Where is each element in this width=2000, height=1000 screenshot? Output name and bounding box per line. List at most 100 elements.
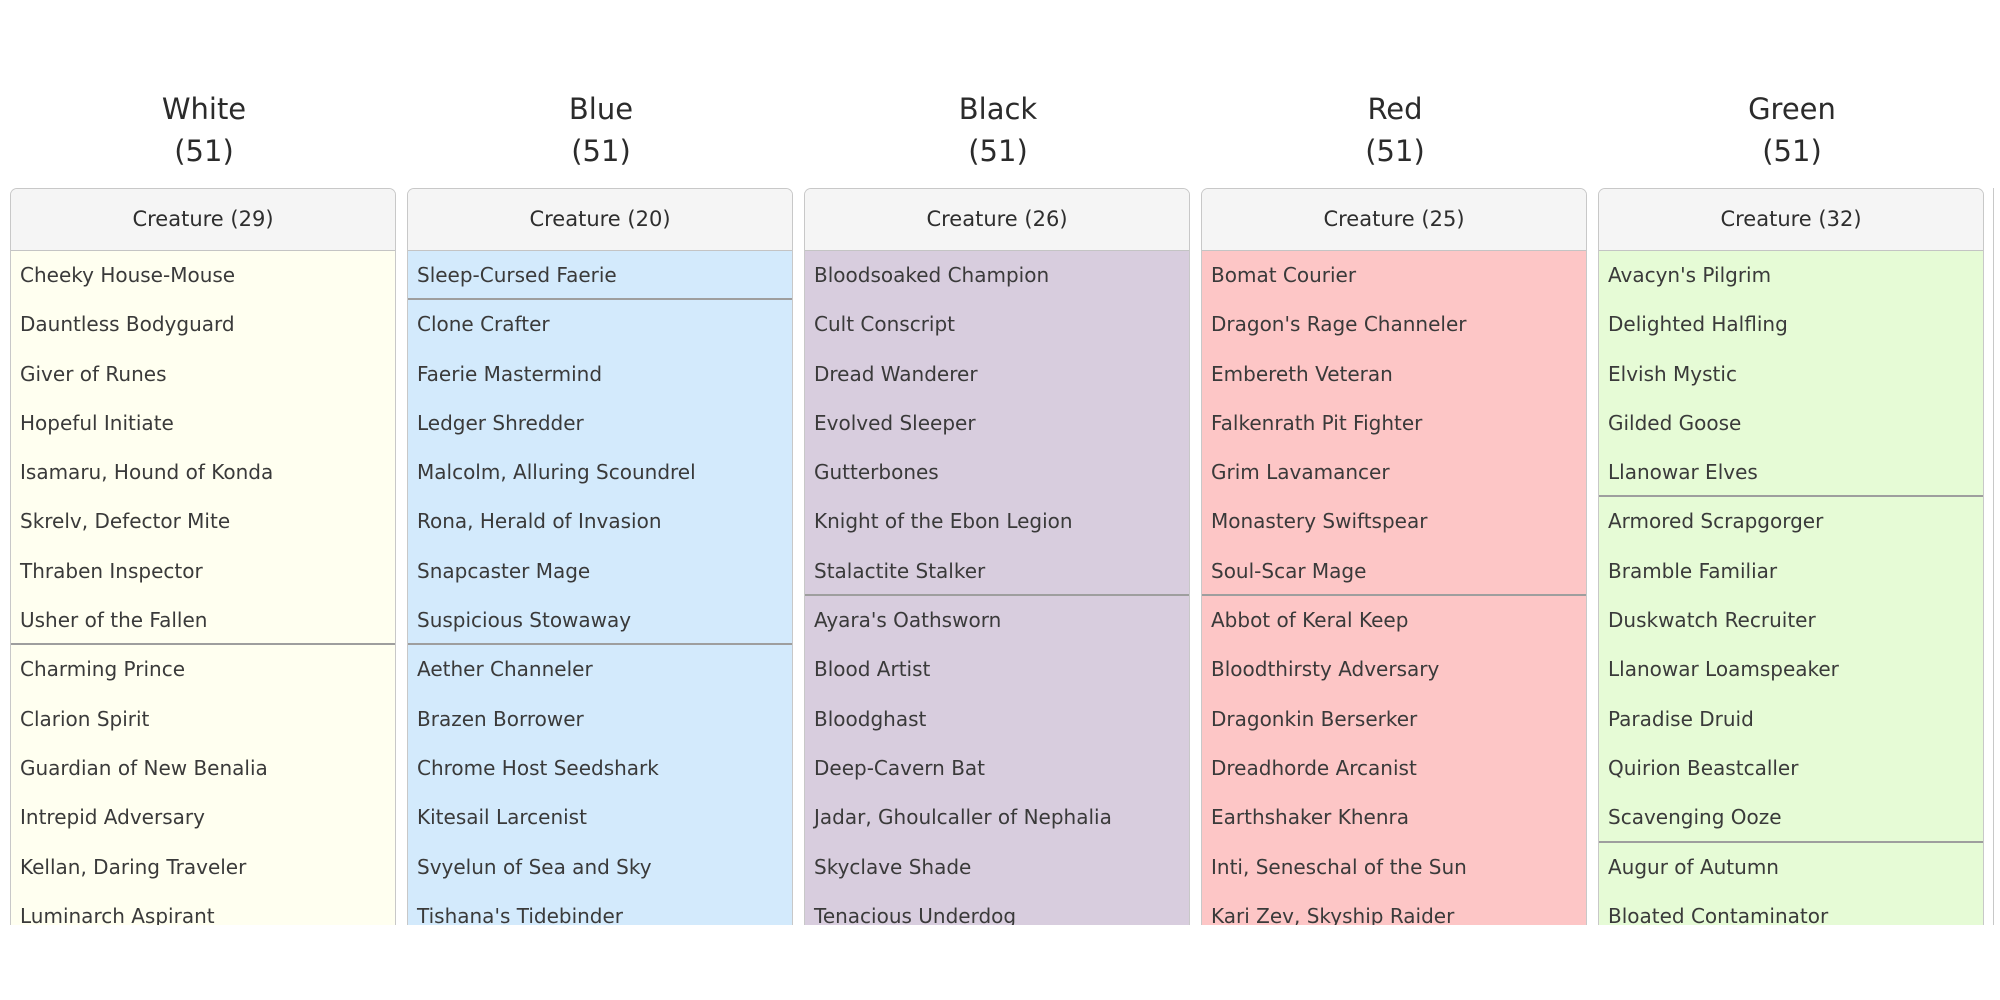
card-row[interactable]: Duskwatch Recruiter xyxy=(1599,596,1983,645)
card-row[interactable]: Monastery Swiftspear xyxy=(1202,497,1586,546)
card-row[interactable]: Suspicious Stowaway xyxy=(408,596,792,646)
card-row[interactable]: Jadar, Ghoulcaller of Nephalia xyxy=(805,793,1189,842)
column-name: Green xyxy=(1748,92,1836,126)
card-list: Bomat Courier Dragon's Rage Channeler Embe… xyxy=(1202,251,1586,925)
card-row[interactable]: Gilded Goose xyxy=(1599,399,1983,448)
section-panel-blue: Creature (20) Sleep-Cursed Faerie Clone Cr… xyxy=(407,188,793,925)
card-row[interactable]: Soul-Scar Mage xyxy=(1202,547,1586,597)
next-column-panel-edge xyxy=(1993,188,2000,925)
card-row[interactable]: Faerie Mastermind xyxy=(408,350,792,399)
card-row[interactable]: Tishana's Tidebinder xyxy=(408,892,792,925)
card-row[interactable]: Dreadhorde Arcanist xyxy=(1202,744,1586,793)
card-row[interactable]: Bramble Familiar xyxy=(1599,547,1983,596)
card-row[interactable]: Kitesail Larcenist xyxy=(408,793,792,842)
card-row[interactable]: Dragon's Rage Channeler xyxy=(1202,300,1586,349)
card-row[interactable]: Kellan, Daring Traveler xyxy=(11,843,395,892)
column-count: (51) xyxy=(571,134,631,168)
card-row[interactable]: Aether Channeler xyxy=(408,645,792,694)
column-count: (51) xyxy=(1365,134,1425,168)
card-row[interactable]: Evolved Sleeper xyxy=(805,399,1189,448)
card-row[interactable]: Malcolm, Alluring Scoundrel xyxy=(408,448,792,497)
column-title: Black (51) xyxy=(804,88,1192,172)
card-row[interactable]: Intrepid Adversary xyxy=(11,793,395,842)
card-list: Bloodsoaked Champion Cult Conscript Dread … xyxy=(805,251,1189,925)
section-header[interactable]: Creature (26) xyxy=(805,189,1189,251)
card-row[interactable]: Dauntless Bodyguard xyxy=(11,300,395,349)
card-row[interactable]: Giver of Runes xyxy=(11,350,395,399)
card-row[interactable]: Quirion Beastcaller xyxy=(1599,744,1983,793)
card-row[interactable]: Llanowar Elves xyxy=(1599,448,1983,498)
section-header[interactable]: Creature (29) xyxy=(11,189,395,251)
card-row[interactable]: Rona, Herald of Invasion xyxy=(408,497,792,546)
card-row[interactable]: Svyelun of Sea and Sky xyxy=(408,843,792,892)
card-row[interactable]: Clone Crafter xyxy=(408,300,792,349)
column-name: White xyxy=(161,92,247,126)
section-header[interactable]: Creature (25) xyxy=(1202,189,1586,251)
column-title: Blue (51) xyxy=(407,88,795,172)
column-title: Green (51) xyxy=(1598,88,1986,172)
card-row[interactable]: Kari Zev, Skyship Raider xyxy=(1202,892,1586,925)
card-row[interactable]: Deep-Cavern Bat xyxy=(805,744,1189,793)
card-row[interactable]: Gutterbones xyxy=(805,448,1189,497)
section-panel-green: Creature (32) Avacyn's Pilgrim Delighted H… xyxy=(1598,188,1984,925)
card-row[interactable]: Skyclave Shade xyxy=(805,843,1189,892)
column-count: (51) xyxy=(1762,134,1822,168)
card-row[interactable]: Bloodghast xyxy=(805,695,1189,744)
card-row[interactable]: Brazen Borrower xyxy=(408,695,792,744)
card-row[interactable]: Earthshaker Khenra xyxy=(1202,793,1586,842)
column-title: White (51) xyxy=(10,88,398,172)
card-row[interactable]: Armored Scrapgorger xyxy=(1599,497,1983,546)
column-count: (51) xyxy=(968,134,1028,168)
card-row[interactable]: Chrome Host Seedshark xyxy=(408,744,792,793)
card-row[interactable]: Bloodthirsty Adversary xyxy=(1202,645,1586,694)
card-list: Avacyn's Pilgrim Delighted Halfling Elvish… xyxy=(1599,251,1983,925)
card-row[interactable]: Knight of the Ebon Legion xyxy=(805,497,1189,546)
card-row[interactable]: Luminarch Aspirant xyxy=(11,892,395,925)
section-panel-white: Creature (29) Cheeky House-Mouse Dauntless… xyxy=(10,188,396,925)
card-row[interactable]: Blood Artist xyxy=(805,645,1189,694)
section-header[interactable]: Creature (20) xyxy=(408,189,792,251)
card-row[interactable]: Dread Wanderer xyxy=(805,350,1189,399)
card-row[interactable]: Guardian of New Benalia xyxy=(11,744,395,793)
card-row[interactable]: Cult Conscript xyxy=(805,300,1189,349)
card-row[interactable]: Usher of the Fallen xyxy=(11,596,395,646)
column-count: (51) xyxy=(174,134,234,168)
card-row[interactable]: Charming Prince xyxy=(11,645,395,694)
card-row[interactable]: Snapcaster Mage xyxy=(408,547,792,596)
column-title: Red (51) xyxy=(1201,88,1589,172)
card-row[interactable]: Paradise Druid xyxy=(1599,695,1983,744)
card-row[interactable]: Llanowar Loamspeaker xyxy=(1599,645,1983,694)
card-row[interactable]: Tenacious Underdog xyxy=(805,892,1189,925)
card-row[interactable]: Cheeky House-Mouse xyxy=(11,251,395,300)
card-row[interactable]: Clarion Spirit xyxy=(11,695,395,744)
card-list: Cheeky House-Mouse Dauntless Bodyguard Giv… xyxy=(11,251,395,925)
card-row[interactable]: Falkenrath Pit Fighter xyxy=(1202,399,1586,448)
card-row[interactable]: Stalactite Stalker xyxy=(805,547,1189,597)
card-row[interactable]: Ledger Shredder xyxy=(408,399,792,448)
card-row[interactable]: Abbot of Keral Keep xyxy=(1202,596,1586,645)
column-name: Blue xyxy=(568,92,634,126)
card-row[interactable]: Thraben Inspector xyxy=(11,547,395,596)
card-row[interactable]: Ayara's Oathsworn xyxy=(805,596,1189,645)
column-name: Black xyxy=(958,92,1038,126)
card-row[interactable]: Elvish Mystic xyxy=(1599,350,1983,399)
card-row[interactable]: Bomat Courier xyxy=(1202,251,1586,300)
card-row[interactable]: Scavenging Ooze xyxy=(1599,793,1983,843)
card-row[interactable]: Inti, Seneschal of the Sun xyxy=(1202,843,1586,892)
card-row[interactable]: Skrelv, Defector Mite xyxy=(11,497,395,546)
card-row[interactable]: Bloated Contaminator xyxy=(1599,892,1983,925)
card-row[interactable]: Embereth Veteran xyxy=(1202,350,1586,399)
section-panel-red: Creature (25) Bomat Courier Dragon's Rage … xyxy=(1201,188,1587,925)
column-name: Red xyxy=(1367,92,1423,126)
card-row[interactable]: Augur of Autumn xyxy=(1599,843,1983,892)
section-panel-black: Creature (26) Bloodsoaked Champion Cult Co… xyxy=(804,188,1190,925)
section-header[interactable]: Creature (32) xyxy=(1599,189,1983,251)
card-row[interactable]: Sleep-Cursed Faerie xyxy=(408,251,792,301)
card-row[interactable]: Avacyn's Pilgrim xyxy=(1599,251,1983,300)
card-row[interactable]: Grim Lavamancer xyxy=(1202,448,1586,497)
card-row[interactable]: Isamaru, Hound of Konda xyxy=(11,448,395,497)
card-row[interactable]: Delighted Halfling xyxy=(1599,300,1983,349)
card-row[interactable]: Hopeful Initiate xyxy=(11,399,395,448)
card-row[interactable]: Dragonkin Berserker xyxy=(1202,695,1586,744)
card-row[interactable]: Bloodsoaked Champion xyxy=(805,251,1189,300)
